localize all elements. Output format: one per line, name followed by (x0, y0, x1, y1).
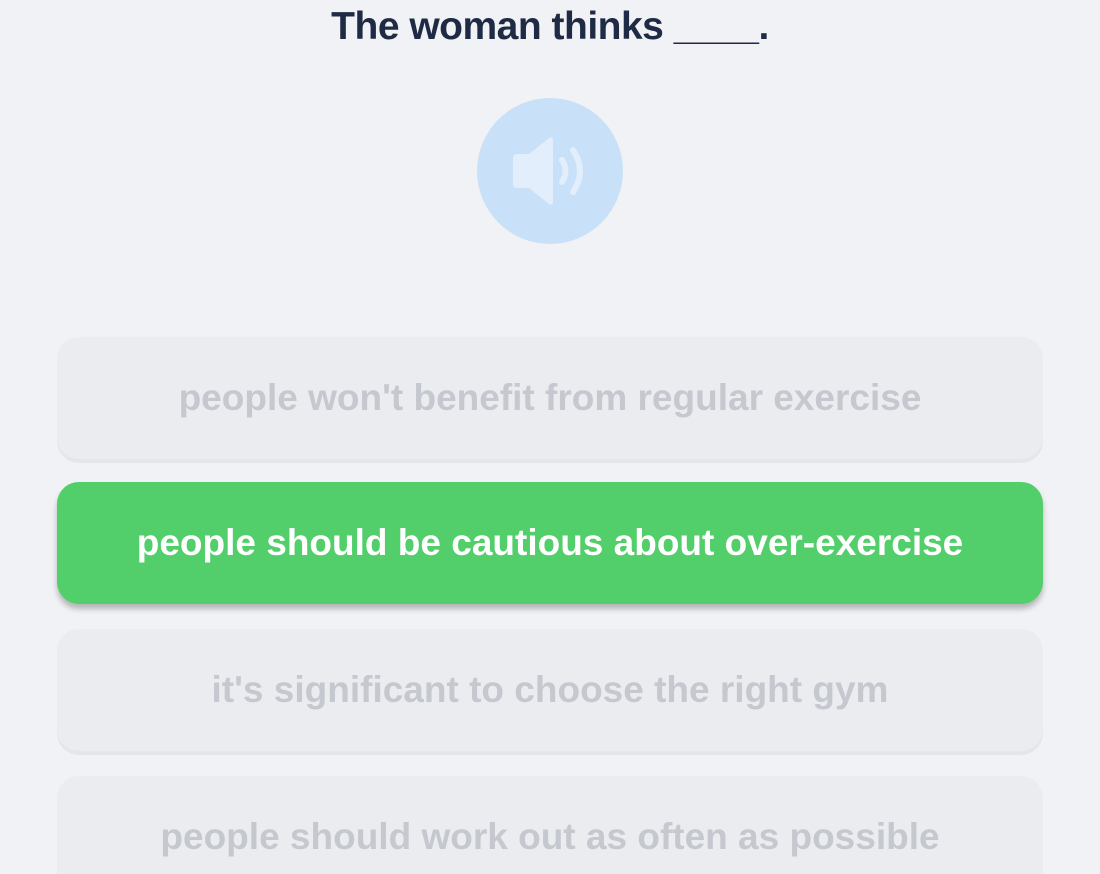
speaker-volume-icon (513, 137, 583, 205)
answer-option-label: people should work out as often as possi… (160, 816, 940, 857)
answer-option-label: it's significant to choose the right gym (211, 669, 889, 710)
play-audio-button[interactable] (477, 98, 623, 244)
answer-option-2-selected[interactable]: people should be cautious about over-exe… (57, 482, 1043, 604)
answer-option-4[interactable]: people should work out as often as possi… (57, 776, 1043, 874)
answer-option-3[interactable]: it's significant to choose the right gym (57, 629, 1043, 751)
quiz-screen: The woman thinks ____. people won't bene… (0, 0, 1100, 874)
question-prompt: The woman thinks ____. (331, 5, 769, 48)
answer-option-label: people won't benefit from regular exerci… (178, 377, 922, 418)
answer-option-label: people should be cautious about over-exe… (136, 522, 964, 563)
answer-option-1[interactable]: people won't benefit from regular exerci… (57, 337, 1043, 459)
